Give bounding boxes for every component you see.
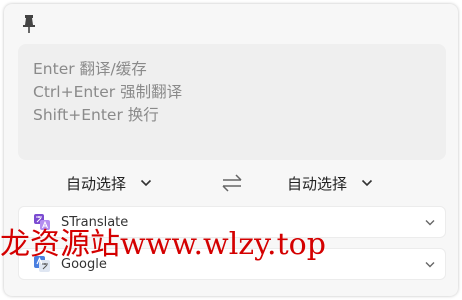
placeholder-line-shift-enter: Shift+Enter 换行 [33,106,159,124]
stranslate-logo-icon [34,214,50,230]
chevron-down-icon [140,179,152,187]
language-selector-row: 自动选择 自动选择 [18,168,446,198]
chevron-down-icon[interactable] [425,261,435,268]
chevron-down-icon[interactable] [425,219,435,226]
placeholder-line-enter: Enter 翻译/缓存 [33,60,147,78]
source-language-label: 自动选择 [66,174,127,193]
service-name-google: Google [61,256,107,272]
google-translate-icon [34,256,50,272]
service-item-google[interactable]: Google [18,248,446,280]
target-language-label: 自动选择 [287,174,348,193]
source-language-select[interactable]: 自动选择 [66,168,152,198]
pin-icon[interactable] [20,14,38,34]
translator-window: Enter 翻译/缓存 Ctrl+Enter 强制翻译 Shift+Enter … [4,4,458,296]
service-name-stranslate: STranslate [61,214,129,230]
source-text-input[interactable]: Enter 翻译/缓存 Ctrl+Enter 强制翻译 Shift+Enter … [18,44,446,160]
chevron-down-icon [361,179,373,187]
placeholder-line-ctrl-enter: Ctrl+Enter 强制翻译 [33,83,183,101]
target-language-select[interactable]: 自动选择 [287,168,373,198]
swap-languages-icon[interactable] [221,173,243,193]
service-item-stranslate[interactable]: STranslate [18,206,446,238]
